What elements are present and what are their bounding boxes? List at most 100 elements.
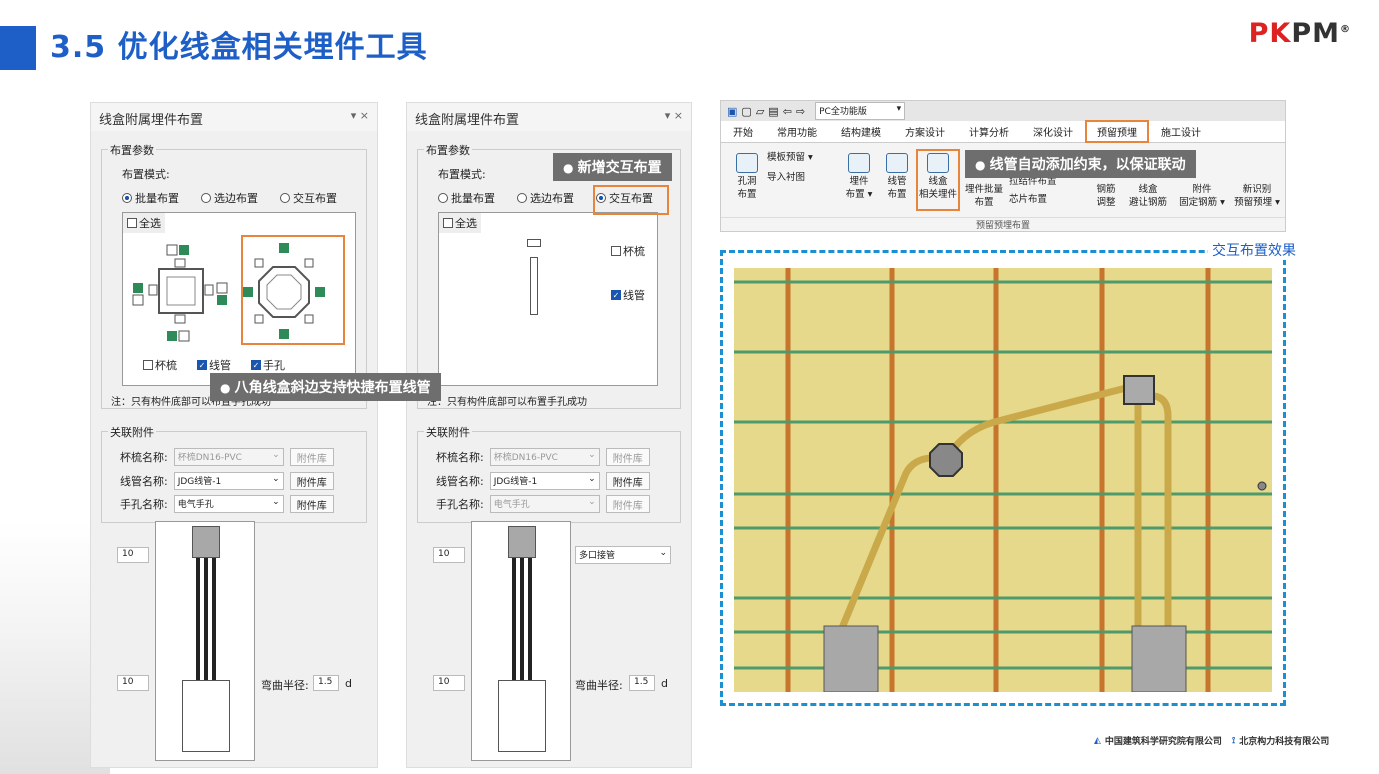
rebar-scene-svg	[734, 268, 1272, 692]
bend-label: 弯曲半径:	[575, 679, 623, 692]
chip-button[interactable]: 芯片布置	[1009, 193, 1079, 206]
panel-left-controls[interactable]: ▾ ×	[351, 109, 369, 125]
bend-value[interactable]: 1.5	[313, 675, 339, 691]
3d-effect-view[interactable]	[734, 268, 1272, 692]
lib-button[interactable]: 附件库	[289, 472, 334, 490]
hole-icon	[736, 153, 758, 173]
mode-radios: 批量布置 选边布置 交互布置	[122, 190, 337, 206]
group-label: 关联附件	[108, 424, 156, 440]
tab-analysis[interactable]: 计算分析	[957, 124, 1021, 139]
lib-button[interactable]: 附件库	[605, 472, 650, 490]
panel-right-title: 线盒附属埋件布置	[415, 113, 520, 128]
rebar-adjust-button[interactable]: 钢筋 调整	[1091, 183, 1121, 209]
field-handhole: 手孔名称: 电气手孔 ⌄ 附件库	[436, 495, 650, 513]
logo-left: PK	[1248, 18, 1292, 49]
open-icon: ▱	[755, 104, 765, 118]
undo-icon: ⇦	[782, 104, 792, 118]
panel-left: 线盒附属埋件布置 ▾ × 布置参数 布置模式: 批量布置 选边布置 交互布置 全选	[90, 102, 378, 768]
tab-embed[interactable]: 预留预埋	[1085, 120, 1149, 143]
group-label: 布置参数	[108, 142, 156, 158]
fix-rebar-button[interactable]: 附件 固定钢筋 ▾	[1175, 183, 1229, 209]
mode-label: 布置模式:	[438, 168, 486, 181]
footer-org1: 中国建筑科学研究院有限公司	[1104, 737, 1222, 747]
pkpm-small-icon: ⟟	[1231, 735, 1236, 746]
check-conduit[interactable]: ✓ 线管	[611, 287, 645, 303]
interactive-highlight	[593, 185, 669, 215]
lib-button[interactable]: 附件库	[289, 448, 334, 466]
num-top[interactable]: 10	[433, 547, 465, 563]
box-embed-highlight	[916, 149, 960, 211]
field-cup: 杯梳名称: 杯梳DN16-PVC ⌄ 附件库	[120, 448, 334, 466]
tab-scheme[interactable]: 方案设计	[893, 124, 957, 139]
version-select[interactable]: PC全功能版 ▾	[815, 102, 906, 120]
quick-access-toolbar: ▣ ▢ ▱ ▤ ⇦ ⇨ PC全功能版 ▾	[721, 101, 1285, 121]
combo-joint[interactable]: 多口接管 ⌄	[575, 546, 671, 564]
check-conduit[interactable]: ✓ 线管	[197, 357, 231, 373]
radio-edge[interactable]: 选边布置	[517, 190, 574, 206]
title-accent-bar	[0, 26, 36, 70]
mode-label: 布置模式:	[122, 168, 170, 181]
panel-left-title: 线盒附属埋件布置	[99, 113, 204, 128]
embed-batch-button[interactable]: 埋件批量 布置	[961, 183, 1007, 209]
radio-batch[interactable]: 批量布置	[438, 190, 495, 206]
radio-edge[interactable]: 选边布置	[201, 190, 258, 206]
num-bottom[interactable]: 10	[433, 675, 465, 691]
logo-right: PM	[1291, 18, 1340, 49]
field-conduit: 线管名称: JDG线管-1 ⌄ 附件库	[120, 472, 334, 490]
field-handhole: 手孔名称: 电气手孔 ⌄ 附件库	[120, 495, 334, 513]
octagon-highlight	[241, 235, 345, 345]
tab-modeling[interactable]: 结构建模	[829, 124, 893, 139]
num-top[interactable]: 10	[117, 547, 149, 563]
new-identify-button[interactable]: 新识别 预留预埋 ▾	[1231, 183, 1283, 209]
lib-button[interactable]: 附件库	[605, 448, 650, 466]
combo-cup[interactable]: 杯梳DN16-PVC ⌄	[489, 448, 600, 466]
tab-detail[interactable]: 深化设计	[1021, 124, 1085, 139]
check-cup[interactable]: 杯梳	[611, 243, 645, 259]
tab-start[interactable]: 开始	[721, 124, 765, 139]
ribbon-tabs: 开始 常用功能 结构建模 方案设计 计算分析 深化设计 预留预埋 施工设计	[721, 120, 1285, 143]
group-label: 关联附件	[424, 424, 472, 440]
radio-interactive[interactable]: 交互布置	[280, 190, 337, 206]
save-icon: ▤	[768, 104, 779, 118]
select-all[interactable]: 全选	[123, 213, 165, 233]
note-text: 注：只有构件底部可以布置手孔成功	[427, 397, 587, 408]
num-bottom[interactable]: 10	[117, 675, 149, 691]
bend-unit: d	[661, 677, 668, 690]
logo-reg: ®	[1340, 24, 1351, 35]
conduit-button[interactable]: 线管 布置	[879, 153, 915, 201]
combo-handhole[interactable]: 电气手孔 ⌄	[173, 495, 284, 513]
panel-right-controls[interactable]: ▾ ×	[665, 109, 683, 125]
embed-icon	[848, 153, 870, 173]
formwork-button[interactable]: 模板预留 ▾	[767, 151, 837, 164]
embed-button[interactable]: 埋件 布置 ▾	[841, 153, 877, 201]
ribbon-group-label: 预留预埋布置	[721, 217, 1285, 231]
select-all[interactable]: 全选	[439, 213, 481, 233]
bend-value[interactable]: 1.5	[629, 675, 655, 691]
redo-icon: ⇨	[795, 104, 806, 118]
item-checks: 杯梳 ✓ 线管 ✓ 手孔	[143, 357, 285, 373]
check-cup[interactable]: 杯梳	[143, 357, 177, 373]
footer-org2: 北京构力科技有限公司	[1239, 737, 1330, 747]
tab-construction[interactable]: 施工设计	[1149, 124, 1213, 139]
new-icon: ▢	[741, 104, 752, 118]
combo-conduit[interactable]: JDG线管-1 ⌄	[173, 472, 284, 490]
cabr-logo-icon: ◭	[1094, 735, 1101, 746]
panel-right: 线盒附属埋件布置 ▾ × 布置参数 布置模式: 批量布置 选边布置 交互布置 全选…	[406, 102, 692, 768]
conduit-icon	[886, 153, 908, 173]
box-avoid-button[interactable]: 线盒 避让钢筋	[1123, 183, 1173, 209]
app-icon: ▣	[727, 104, 738, 118]
bend-unit: d	[345, 677, 352, 690]
check-handhole[interactable]: ✓ 手孔	[251, 357, 285, 373]
group-label: 布置参数	[424, 142, 472, 158]
footer-orgs: ◭ 中国建筑科学研究院有限公司 ⟟ 北京构力科技有限公司	[1094, 734, 1330, 748]
combo-conduit[interactable]: JDG线管-1 ⌄	[489, 472, 600, 490]
lib-button[interactable]: 附件库	[289, 495, 334, 513]
combo-cup[interactable]: 杯梳DN16-PVC ⌄	[173, 448, 284, 466]
import-liner-button[interactable]: 导入衬图	[767, 171, 837, 184]
combo-handhole[interactable]: 电气手孔 ⌄	[489, 495, 600, 513]
lib-button[interactable]: 附件库	[605, 495, 650, 513]
hole-button[interactable]: 孔洞 布置	[729, 153, 765, 201]
radio-batch[interactable]: 批量布置	[122, 190, 179, 206]
tab-common[interactable]: 常用功能	[765, 124, 829, 139]
callout-new-interactive: 新增交互布置	[553, 153, 672, 181]
